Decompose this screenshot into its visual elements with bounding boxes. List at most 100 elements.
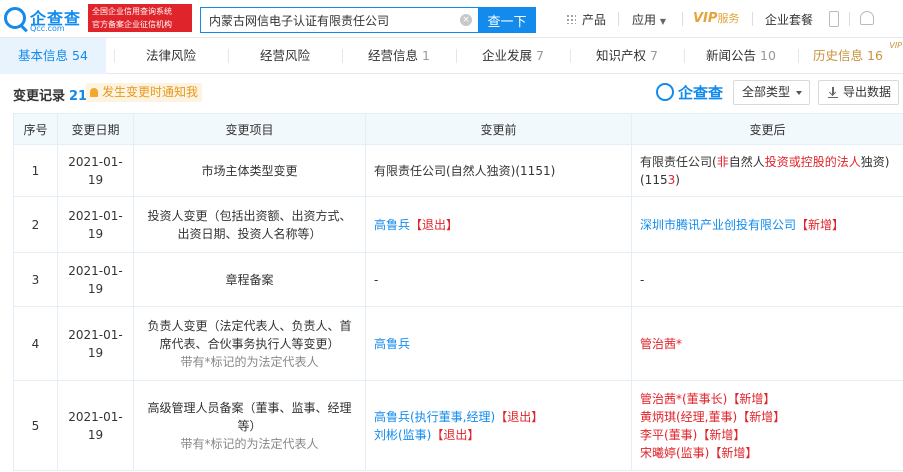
cell-before: -: [365, 252, 632, 307]
table-row: 4 2021-01-19 负责人变更（法定代表人、负责人、首席代表、合伙事务执行…: [13, 306, 903, 381]
tab-ip[interactable]: 知识产权 7: [574, 38, 680, 74]
tab-news[interactable]: 新闻公告 10: [688, 38, 794, 74]
nav-divider: [752, 12, 753, 26]
vip-label: VIP: [693, 11, 718, 26]
export-button[interactable]: 导出数据: [818, 80, 899, 105]
grid-dots-icon: [566, 14, 576, 24]
nav-apps[interactable]: 应用 ▼: [632, 11, 666, 28]
status-tag: 【新增】: [697, 427, 746, 442]
header-item: 变更项目: [133, 113, 366, 145]
tab-label: 经营风险: [259, 48, 310, 63]
person-name[interactable]: 黄炳琪(经理,董事): [640, 410, 737, 424]
change-records-table: 序号 变更日期 变更项目 变更前 变更后 1 2021-01-19 市场主体类型…: [13, 113, 903, 471]
cell-date: 2021-01-19: [57, 196, 134, 253]
tab-label: 基本信息: [18, 48, 69, 63]
cell-date: 2021-01-19: [57, 144, 134, 197]
search-box: ×: [200, 7, 478, 33]
tab-divider: [570, 49, 571, 63]
logo-magnifier-icon: [656, 83, 674, 101]
after-line: 宋曦婷(监事)【新增】: [640, 444, 895, 462]
tab-business-risk[interactable]: 经营风险: [232, 38, 338, 74]
tab-basic-info[interactable]: 基本信息 54: [0, 38, 106, 74]
type-select-value: 全部类型: [742, 85, 791, 99]
cell-after: 深圳市腾讯产业创投有限公司【新增】: [631, 196, 903, 253]
after-line: 管治茜*(董事长)【新增】: [640, 390, 895, 408]
tab-development[interactable]: 企业发展 7: [460, 38, 566, 74]
tab-legal-risk[interactable]: 法律风险: [118, 38, 224, 74]
logo[interactable]: 企查查 Qcc.com: [4, 5, 88, 35]
cell-date: 2021-01-19: [57, 380, 134, 471]
tab-label: 知识产权: [596, 48, 647, 63]
search-button[interactable]: 查一下: [478, 7, 536, 33]
after-line: 李平(董事)【新增】: [640, 426, 895, 444]
table-row: 5 2021-01-19 高级管理人员备案（董事、监事、经理等） 带有*标记的为…: [13, 380, 903, 471]
cell-before: 高鲁兵: [365, 306, 632, 381]
clear-icon[interactable]: ×: [460, 14, 472, 26]
notify-label: 发生变更时通知我: [102, 85, 199, 99]
cell-item: 章程备案: [133, 252, 366, 307]
item-text: 负责人变更（法定代表人、负责人、首席代表、合伙事务执行人等变更）: [147, 318, 352, 351]
after-text-part: ): [675, 172, 680, 187]
item-note: 带有*标记的为法定代表人: [180, 436, 319, 451]
tab-business-info[interactable]: 经营信息 1: [346, 38, 452, 74]
cell-after: 有限责任公司(非自然人投资或控股的法人独资)(1153): [631, 144, 903, 197]
tab-count: 7: [650, 48, 658, 63]
before-line: 高鲁兵(执行董事,经理)【退出】: [374, 408, 623, 426]
status-tag: 【退出】: [410, 217, 459, 232]
person-name[interactable]: 宋曦婷(监事): [640, 446, 709, 460]
bell-icon[interactable]: [860, 11, 874, 25]
cell-index: 4: [13, 306, 58, 381]
cell-after: 管治茜*: [631, 306, 903, 381]
tab-count: 54: [72, 48, 88, 63]
official-badge-line1: 全国企业信用查询系统: [92, 7, 172, 16]
download-icon: [828, 87, 838, 98]
tab-history[interactable]: 历史信息 16 VIP: [802, 38, 902, 74]
bell-icon: [90, 88, 98, 97]
section-count: 21: [69, 89, 88, 104]
after-text-part: 自然人: [728, 154, 765, 169]
tab-divider: [228, 49, 229, 63]
watermark-text: 企查查: [678, 84, 724, 102]
official-badge[interactable]: 全国企业信用查询系统 官方备案企业征信机构: [88, 4, 192, 32]
item-note: 带有*标记的为法定代表人: [180, 354, 319, 369]
cell-after: -: [631, 252, 903, 307]
type-select[interactable]: 全部类型: [733, 80, 810, 105]
person-name[interactable]: 管治茜*(董事长): [640, 392, 727, 406]
person-link[interactable]: 高鲁兵: [374, 218, 410, 232]
cell-after: 管治茜*(董事长)【新增】 黄炳琪(经理,董事)【新增】 李平(董事)【新增】 …: [631, 380, 903, 471]
cell-before: 高鲁兵【退出】: [365, 196, 632, 253]
person-link[interactable]: 刘彬(监事): [374, 428, 431, 442]
notify-button[interactable]: 发生变更时通知我: [86, 83, 203, 102]
cell-item: 投资人变更（包括出资额、出资方式、出资日期、投资人名称等）: [133, 196, 366, 253]
tab-divider: [684, 49, 685, 63]
export-label: 导出数据: [843, 85, 892, 99]
tab-count: 16: [867, 48, 883, 63]
logo-subtext: Qcc.com: [30, 24, 65, 33]
status-tag: 【退出】: [495, 409, 544, 424]
top-bar: 企查查 Qcc.com 全国企业信用查询系统 官方备案企业征信机构 × 查一下 …: [0, 0, 903, 38]
tab-divider: [456, 49, 457, 63]
nav-divider: [682, 12, 683, 26]
person-name[interactable]: 管治茜*: [640, 337, 682, 351]
after-text-part: 有限责任公司(: [640, 154, 717, 169]
tab-divider: [342, 49, 343, 63]
company-link[interactable]: 深圳市腾讯产业创投有限公司: [640, 218, 796, 232]
status-tag: 【新增】: [709, 445, 758, 460]
cell-date: 2021-01-19: [57, 252, 134, 307]
person-link[interactable]: 高鲁兵: [374, 337, 410, 351]
nav-vip-service[interactable]: VIP服务: [693, 10, 739, 26]
header-after: 变更后: [631, 113, 903, 145]
cell-index: 5: [13, 380, 58, 471]
nav-products[interactable]: 产品: [582, 11, 606, 28]
table-row: 1 2021-01-19 市场主体类型变更 有限责任公司(自然人独资)(1151…: [13, 144, 903, 197]
phone-icon[interactable]: [829, 11, 839, 27]
person-link[interactable]: 高鲁兵(执行董事,经理): [374, 410, 495, 424]
search-input[interactable]: [201, 8, 456, 32]
cell-item: 高级管理人员备案（董事、监事、经理等） 带有*标记的为法定代表人: [133, 380, 366, 471]
tab-divider: [114, 49, 115, 63]
after-text-highlight: 非: [716, 154, 729, 169]
cell-date: 2021-01-19: [57, 306, 134, 381]
nav-enterprise-package[interactable]: 企业套餐: [765, 11, 813, 28]
person-name[interactable]: 李平(董事): [640, 428, 697, 442]
cell-before: 高鲁兵(执行董事,经理)【退出】 刘彬(监事) 【退出】: [365, 380, 632, 471]
